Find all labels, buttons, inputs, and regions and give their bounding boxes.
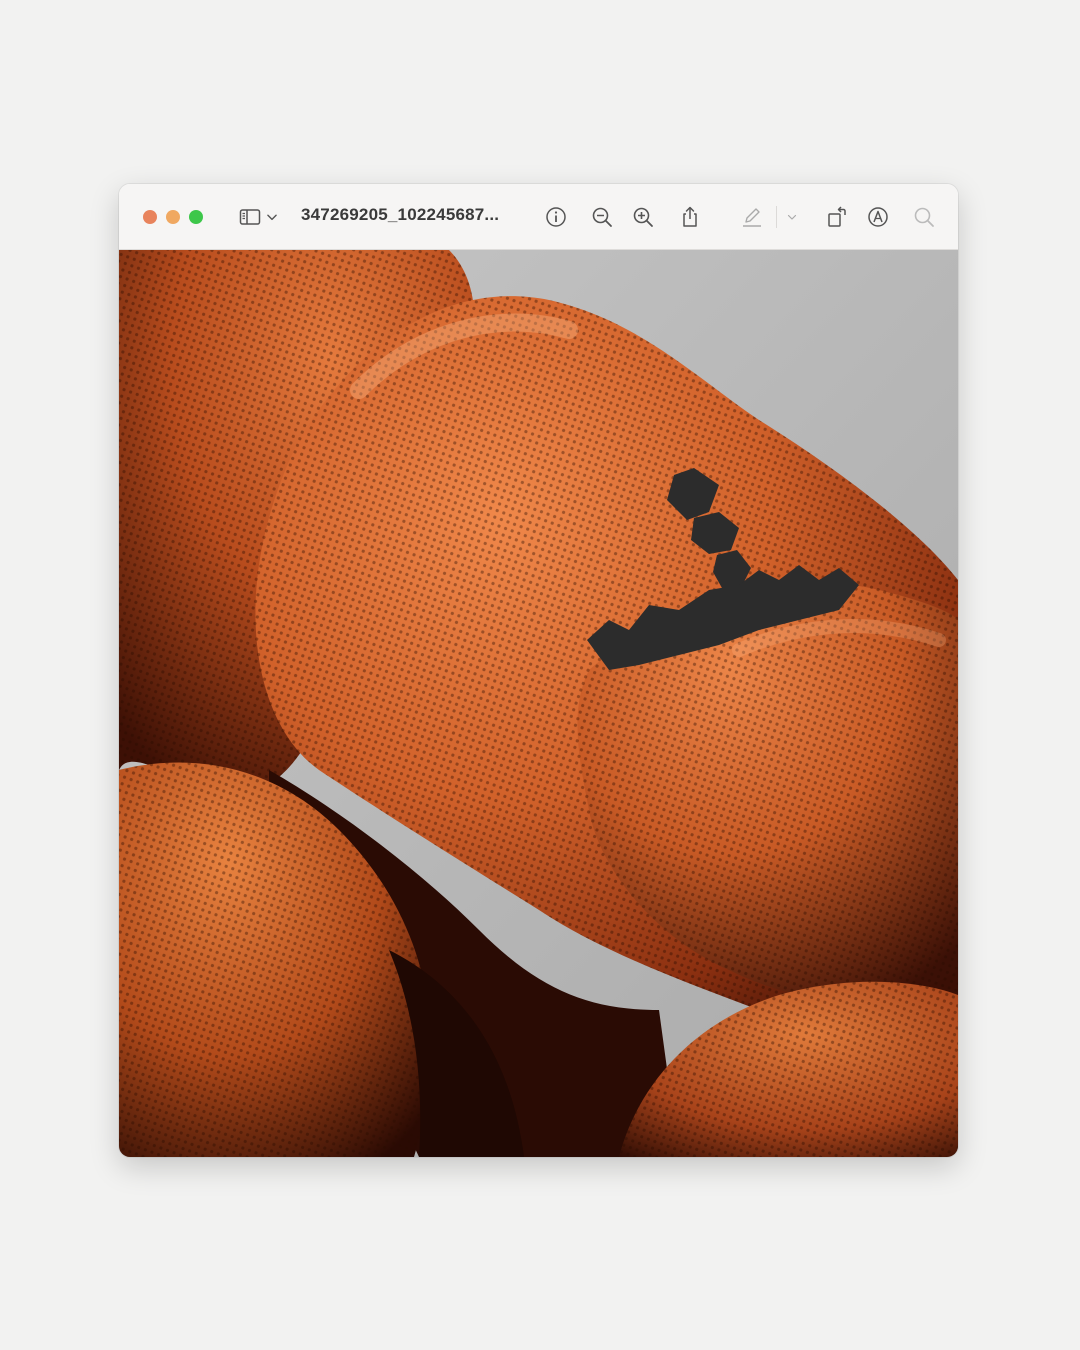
window-title: 347269205_102245687... (301, 205, 500, 224)
highlight-menu-button[interactable] (785, 204, 799, 230)
rotate-button[interactable] (824, 204, 850, 230)
zoom-in-icon (633, 207, 653, 227)
pencil-highlight-icon (743, 208, 761, 227)
toolbar-divider (776, 206, 777, 228)
sidebar-toggle-button[interactable] (237, 204, 263, 230)
zoom-in-button[interactable] (630, 204, 656, 230)
sidebar-menu-button[interactable] (265, 204, 279, 230)
info-button[interactable] (543, 204, 569, 230)
zoom-out-button[interactable] (589, 204, 615, 230)
highlight-button[interactable] (739, 204, 765, 230)
puffy-orange-mesh-artwork (119, 250, 958, 1157)
markup-pen-icon (868, 207, 888, 227)
rotate-icon (828, 206, 846, 227)
zoom-out-icon (592, 207, 612, 227)
search-button[interactable] (911, 204, 937, 230)
share-button[interactable] (677, 204, 703, 230)
chevron-down-icon (787, 214, 797, 220)
image-canvas (119, 250, 958, 1157)
markup-button[interactable] (865, 204, 891, 230)
title-bar: 347269205_102245687... (119, 184, 958, 250)
preview-window: 347269205_102245687... (119, 184, 958, 1157)
search-icon (914, 207, 934, 227)
sidebar-icon (239, 209, 261, 225)
close-button[interactable] (143, 210, 157, 224)
info-icon (546, 207, 566, 227)
chevron-down-icon (267, 214, 277, 221)
zoom-button[interactable] (189, 210, 203, 224)
share-icon (683, 206, 697, 227)
minimize-button[interactable] (166, 210, 180, 224)
